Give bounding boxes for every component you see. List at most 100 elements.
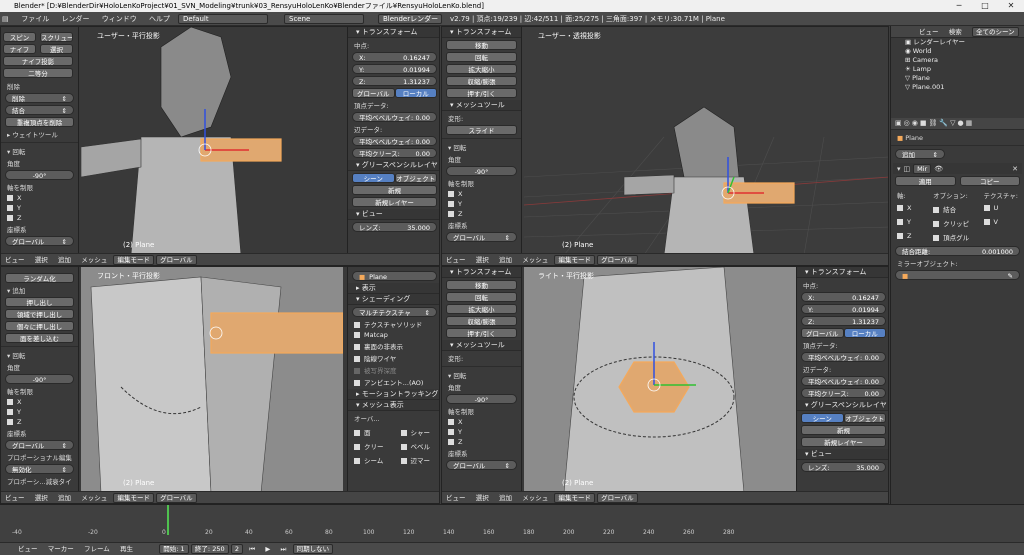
outliner-search-menu[interactable]: 検索 [945, 26, 966, 38]
close-icon[interactable]: ✕ [1012, 165, 1018, 173]
delete-dropdown[interactable]: 削除 ⇕ [5, 93, 74, 103]
object-name-field[interactable]: ■ Plane [352, 271, 437, 281]
bisect-button[interactable]: 二等分 [3, 68, 73, 78]
slide-button[interactable]: スライド [446, 125, 517, 135]
push-pull-button[interactable]: 押す/引く [446, 88, 517, 98]
edge-marks-checkbox[interactable]: 辺マー [400, 455, 436, 465]
median-x-field-br[interactable]: X: 0.16247 [801, 292, 886, 302]
edge-bevel-field[interactable]: 平均ベベルウェイ: 0.00 [352, 136, 437, 146]
rotate-button[interactable]: 回転 [446, 52, 517, 62]
mesh-tools-header-br[interactable]: ▾ メッシュツール [442, 340, 521, 351]
mode-dropdown-br[interactable]: 編集モード [554, 493, 595, 503]
seam-overlay-checkbox[interactable]: シーム [354, 455, 389, 465]
select-menu[interactable]: 選択 [31, 254, 52, 265]
add-modifier-dropdown[interactable]: 追加 ⇕ [895, 149, 945, 159]
orientation-dropdown-header[interactable]: グローバル [156, 255, 197, 265]
jump-end-icon[interactable]: ⏭ [277, 543, 291, 555]
axis-z-checkbox[interactable]: Z [7, 214, 72, 222]
knife-project-button[interactable]: ナイフ投影 [3, 56, 73, 66]
gp-object-toggle[interactable]: オブジェクト [394, 173, 437, 183]
bevel-overlay-checkbox[interactable]: ベベル [400, 441, 436, 451]
view-menu-tr[interactable]: ビュー [442, 254, 470, 265]
select-menu-bl[interactable]: 選択 [31, 492, 52, 503]
mesh-menu-tr[interactable]: メッシュ [518, 254, 552, 265]
current-frame-field[interactable]: 2 [230, 544, 243, 554]
menu-file[interactable]: ファイル [16, 12, 54, 26]
add-menu-tr[interactable]: 追加 [495, 254, 516, 265]
axis-y-checkbox-bl[interactable]: Y [7, 408, 72, 416]
grease-pencil-header-br[interactable]: ▾ グリースペンシルレイヤー [797, 400, 888, 420]
edge-bevel-field-br[interactable]: 平均ベベルウェイ: 0.00 [801, 376, 886, 386]
mode-dropdown-bl[interactable]: 編集モード [113, 493, 154, 503]
axis-y-checkbox[interactable]: Y [7, 204, 72, 212]
timeline-marker-menu[interactable]: マーカー [44, 543, 78, 555]
mesh-menu-bl[interactable]: メッシュ [77, 492, 111, 503]
mirror-y-checkbox[interactable]: Y [897, 218, 921, 228]
select-menu-br[interactable]: 選択 [472, 492, 493, 503]
constraints-tab-icon[interactable]: ⛓ [928, 119, 937, 128]
move-button-br[interactable]: 移動 [446, 280, 517, 290]
median-y-field[interactable]: Y: 0.01994 [352, 64, 437, 74]
close-button[interactable]: ✕ [998, 0, 1024, 12]
render-engine-dropdown[interactable]: Blenderレンダー [378, 14, 442, 24]
randomize-button[interactable]: ランダム化 [5, 273, 74, 283]
grease-pencil-header[interactable]: ▾ グリースペンシルレイヤー [348, 160, 439, 180]
select-menu-tr[interactable]: 選択 [472, 254, 493, 265]
mirror-u-checkbox[interactable]: U [983, 204, 1018, 214]
gp-new-button-br[interactable]: 新規 [801, 425, 886, 435]
orientation-dropdown-header-bl[interactable]: グローバル [156, 493, 197, 503]
screw-button[interactable]: スクリュー [40, 32, 73, 42]
transform-tools-header[interactable]: ▾ トランスフォーム [442, 27, 521, 38]
viewport-bottom-right[interactable]: ライト・平行投影 (2) Plane ▾ トランスフォーム 移動 回転 拡大縮小… [441, 266, 889, 504]
mirror-x-checkbox[interactable]: X [897, 204, 921, 214]
local-toggle[interactable]: ローカル [394, 88, 437, 98]
orientation-dropdown-tr[interactable]: グローバル ⇕ [446, 232, 517, 242]
shrink-fatten-button-br[interactable]: 収縮/膨張 [446, 316, 517, 326]
outliner-row-plane001[interactable]: ▽ Plane.001 [891, 83, 1024, 92]
global-toggle[interactable]: グローバル [352, 88, 395, 98]
timeline-frame-menu[interactable]: フレーム [80, 543, 114, 555]
axis-x-checkbox-br[interactable]: X [448, 418, 515, 426]
shrink-fatten-button[interactable]: 収縮/膨張 [446, 76, 517, 86]
crease-field-br[interactable]: 平均クリース: 0.00 [801, 388, 886, 398]
mirror-vgroup-checkbox[interactable]: 頂点グル [933, 232, 971, 242]
scale-button[interactable]: 拡大縮小 [446, 64, 517, 74]
mirror-merge-checkbox[interactable]: 結合 [933, 204, 971, 214]
menu-window[interactable]: ウィンドウ [97, 12, 142, 26]
add-menu-br[interactable]: 追加 [495, 492, 516, 503]
minimize-button[interactable]: ─ [946, 0, 972, 12]
mirror-z-checkbox[interactable]: Z [897, 232, 921, 242]
mesh-tools-header[interactable]: ▾ メッシュツール [442, 100, 521, 111]
gp-scene-toggle[interactable]: シーン [352, 173, 395, 183]
gp-new-layer-button-br[interactable]: 新規レイヤー [801, 437, 886, 447]
spin-button[interactable]: スピン [3, 32, 36, 42]
push-pull-button-br[interactable]: 押す/引く [446, 328, 517, 338]
scale-button-br[interactable]: 拡大縮小 [446, 304, 517, 314]
gp-object-toggle-br[interactable]: オブジェクト [843, 413, 886, 423]
gp-new-layer-button[interactable]: 新規レイヤー [352, 197, 437, 207]
lens-field-br[interactable]: レンズ: 35.000 [801, 462, 886, 472]
lens-field[interactable]: レンズ: 35.000 [352, 222, 437, 232]
timeline-view-menu[interactable]: ビュー [14, 543, 42, 555]
timeline[interactable]: -40 -20 0 20 40 60 80 100 120 140 160 18… [0, 504, 1024, 542]
jump-start-icon[interactable]: ⏮ [245, 543, 259, 555]
face-overlay-checkbox[interactable]: 面 [354, 427, 389, 437]
object-tab-icon[interactable]: ■ [920, 119, 927, 128]
angle-field[interactable]: -90° [5, 170, 74, 180]
view-panel-header-br[interactable]: ▾ ビュー [797, 449, 888, 460]
knife-button[interactable]: ナイフ [3, 44, 36, 54]
shading-header[interactable]: ▾ シェーディング [348, 294, 439, 305]
ao-checkbox[interactable]: アンビエント...(AO) [354, 377, 435, 387]
view-menu-br[interactable]: ビュー [442, 492, 470, 503]
orientation-dropdown-br[interactable]: グローバル ⇕ [446, 460, 517, 470]
eyedropper-icon[interactable]: ✎ [1008, 271, 1013, 279]
axis-z-checkbox-tr[interactable]: Z [448, 210, 515, 218]
add-menu-bl[interactable]: 追加 [54, 492, 75, 503]
axis-z-checkbox-bl[interactable]: Z [7, 418, 72, 426]
outliner-row-renderlayers[interactable]: ▣ レンダーレイヤー [891, 38, 1024, 47]
merge-limit-field[interactable]: 結合距離: 0.001000 [895, 246, 1020, 256]
median-x-field[interactable]: X: 0.16247 [352, 52, 437, 62]
hidden-wire-checkbox[interactable]: 陰線ワイヤ [354, 353, 435, 363]
texture-tab-icon[interactable]: ▦ [966, 119, 973, 128]
dof-checkbox[interactable]: 被写界深度 [354, 365, 435, 375]
